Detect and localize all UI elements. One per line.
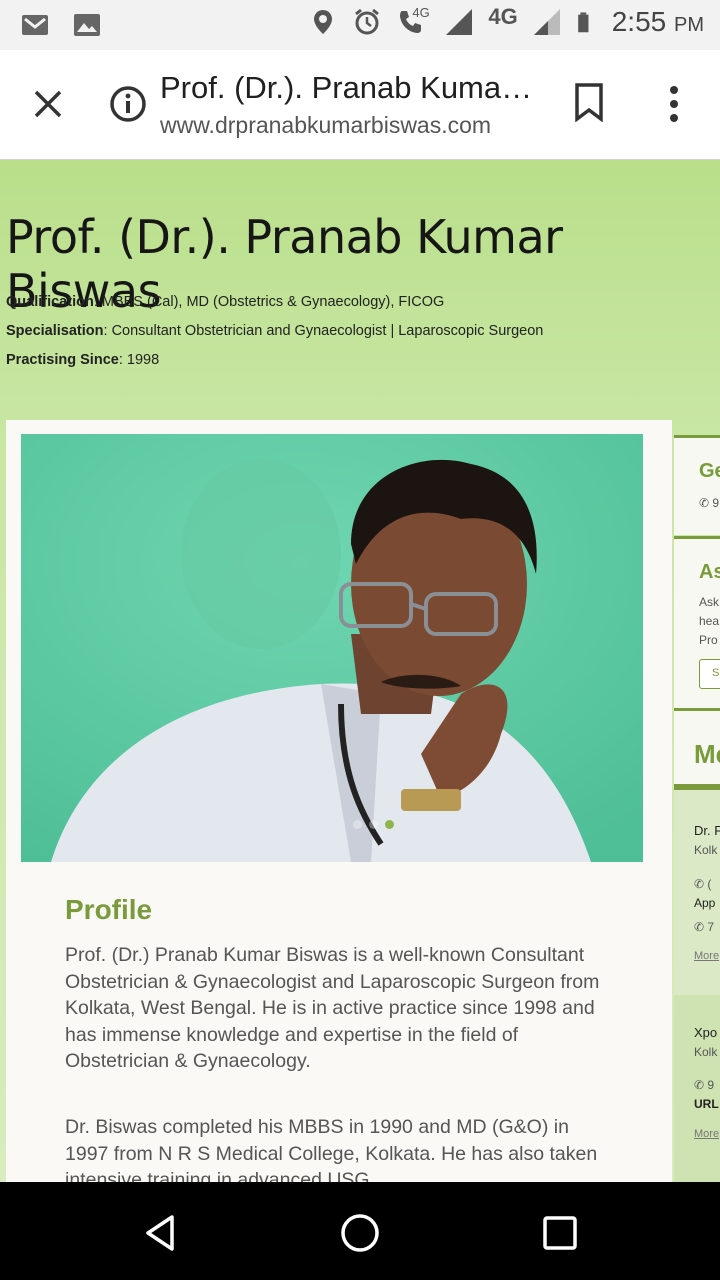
system-nav-bar — [0, 1183, 720, 1280]
sidebar-card-2[interactable]: Xpo Kolk ✆ 9 URL More — [674, 995, 720, 1182]
carousel-dots[interactable] — [353, 820, 394, 829]
practising-label: Practising Since — [6, 352, 119, 368]
phone-icon: ✆ — [694, 877, 705, 891]
specialisation-label: Specialisation — [6, 323, 104, 339]
info-icon[interactable] — [108, 84, 148, 124]
carousel-dot[interactable] — [369, 820, 378, 829]
battery-icon — [577, 12, 589, 33]
volte-call-icon: 4G — [396, 5, 430, 37]
status-bar: 4G 4G 2:55 PM — [0, 0, 720, 50]
browser-toolbar: Prof. (Dr.). Pranab Kuma… www.drpranabku… — [0, 50, 720, 160]
carousel-dot[interactable] — [353, 820, 362, 829]
sidebar-contact-phone-text: 9 — [712, 496, 720, 510]
sidebar-ask-title: As — [699, 561, 720, 583]
sidebar-ask-line-1: Ask — [699, 595, 720, 609]
sidebar-contact-title: Ge — [699, 460, 720, 482]
profile-paragraph-2: Dr. Biswas completed his MBBS in 1990 an… — [65, 1116, 598, 1182]
profile-heading: Profile — [65, 894, 153, 925]
doctor-photo[interactable] — [21, 434, 643, 862]
sidebar-card-1-name[interactable]: Dr. F — [694, 823, 720, 838]
network-label: 4G — [488, 4, 518, 29]
sidebar-card-1-line-3-text: 7 — [707, 920, 715, 934]
clock: 2:55 PM — [612, 6, 704, 38]
carousel-dot-active[interactable] — [385, 820, 394, 829]
sidebar-section-contact: Ge ✆ 9 — [674, 435, 720, 535]
sidebar-card-2-more-link[interactable]: More — [694, 1128, 719, 1140]
home-icon[interactable] — [338, 1211, 382, 1255]
network-small-label: 4G — [412, 5, 430, 20]
phone-icon: ✆ — [699, 496, 710, 510]
sidebar-section-ask: As Ask hea Pro S — [674, 536, 720, 708]
bookmark-icon[interactable] — [572, 82, 606, 122]
doctor-photo-illustration — [21, 434, 643, 862]
sidebar-ask-line-3: Pro — [699, 633, 718, 647]
sidebar-card-1-line-2: App — [694, 896, 716, 910]
clock-ampm: PM — [674, 14, 704, 36]
sidebar-ask-line-2: hea — [699, 614, 720, 628]
practising-value: : 1998 — [118, 352, 160, 368]
back-icon[interactable] — [138, 1211, 182, 1255]
recents-icon[interactable] — [538, 1211, 582, 1255]
profile-card: Profile Prof. (Dr.) Pranab Kumar Biswas … — [6, 420, 672, 1182]
sidebar-card-2-name[interactable]: Xpo — [694, 1025, 717, 1040]
page-title: Prof. (Dr.). Pranab Kuma… — [160, 70, 533, 105]
profile-paragraph-1: Prof. (Dr.) Pranab Kumar Biswas is a wel… — [65, 944, 600, 1072]
sidebar-card-1-line-1: ✆ ( — [694, 877, 711, 891]
right-sidebar: Ge ✆ 9 As Ask hea Pro S Me Dr. F Kolk ✆ … — [674, 420, 720, 1182]
alarm-icon — [355, 8, 380, 35]
gallery-icon — [74, 14, 100, 36]
phone-icon: ✆ — [694, 1078, 705, 1092]
sidebar-card-1-line-3: ✆ 7 — [694, 920, 714, 934]
signal-icon-2 — [533, 9, 560, 35]
phone-icon: ✆ — [694, 920, 705, 934]
sidebar-ask-button[interactable]: S — [699, 659, 720, 689]
sidebar-card-1[interactable]: Dr. F Kolk ✆ ( App ✆ 7 More — [674, 790, 720, 995]
specialisation-line: Specialisation: Consultant Obstetrician … — [6, 323, 543, 339]
page-url[interactable]: www.drpranabkumarbiswas.com — [160, 112, 491, 139]
practising-line: Practising Since: 1998 — [6, 352, 159, 368]
sidebar-contact-phone[interactable]: ✆ 9 — [699, 496, 719, 510]
specialisation-value: : Consultant Obstetrician and Gynaecolog… — [103, 323, 544, 339]
qualification-label: Qualification — [6, 294, 94, 310]
overflow-menu-icon[interactable] — [660, 82, 688, 126]
web-content[interactable]: Prof. (Dr.). Pranab Kumar Biswas Qualifi… — [0, 160, 720, 1182]
sidebar-card-2-line-1-text: 9 — [707, 1078, 715, 1092]
sidebar-card-2-city: Kolk — [694, 1045, 718, 1059]
sidebar-card-2-line-2: URL — [694, 1097, 719, 1111]
sidebar-card-1-line-1-text: ( — [707, 877, 712, 891]
close-icon[interactable] — [28, 84, 68, 124]
qualification-value: : MBBS (Cal), MD (Obstetrics & Gynaecolo… — [93, 294, 445, 310]
sidebar-section-more: Me — [674, 708, 720, 788]
clock-time: 2:55 — [611, 6, 667, 37]
sidebar-more-title: Me — [694, 739, 720, 769]
sidebar-card-2-line-1: ✆ 9 — [694, 1078, 714, 1092]
location-icon — [314, 10, 333, 34]
gmail-icon — [22, 15, 48, 35]
signal-icon — [446, 9, 473, 35]
qualification-line: Qualification: MBBS (Cal), MD (Obstetric… — [6, 294, 444, 310]
sidebar-card-1-city: Kolk — [694, 843, 718, 857]
sidebar-card-1-more-link[interactable]: More — [694, 950, 719, 962]
